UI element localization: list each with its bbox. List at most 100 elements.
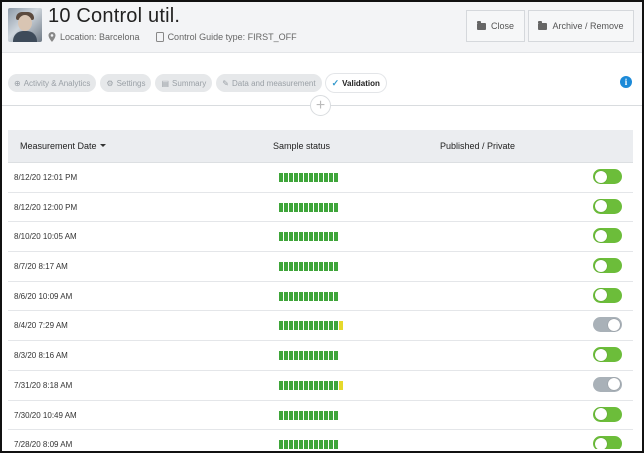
sample-ok (289, 440, 293, 449)
archive-remove-button[interactable]: Archive / Remove (528, 10, 634, 42)
sample-ok (289, 291, 293, 301)
sample-ok (319, 440, 323, 449)
sample-ok (279, 291, 283, 301)
sample-ok (294, 351, 298, 361)
sample-ok (329, 321, 333, 331)
published-toggle[interactable] (593, 258, 622, 274)
sample-status-bar (279, 321, 343, 331)
toggle-knob (595, 408, 607, 420)
measurement-date: 7/31/20 8:18 AM (14, 380, 73, 390)
published-toggle[interactable] (593, 406, 622, 422)
tab-validation[interactable]: ✓ Validation (325, 74, 386, 92)
published-toggle[interactable] (593, 169, 622, 184)
sample-ok (334, 173, 338, 182)
app-frame: 10 Control util. Location: Barcelona Con… (0, 0, 644, 453)
sort-date-header[interactable]: Measurement Date (20, 141, 106, 151)
published-toggle[interactable] (593, 317, 622, 333)
published-toggle[interactable] (593, 436, 622, 449)
activity-icon: ⊕ (14, 78, 21, 88)
published-toggle[interactable] (593, 347, 622, 363)
sample-ok (319, 380, 323, 390)
location-text: Location: Barcelona (60, 32, 140, 42)
gear-icon: ⚙ (106, 78, 114, 88)
sample-ok (319, 321, 323, 331)
table-row[interactable]: 7/30/20 10:49 AM (8, 400, 633, 431)
table-row[interactable]: 8/7/20 8:17 AM (8, 252, 633, 282)
measurement-date: 7/28/20 8:09 AM (14, 440, 73, 449)
sample-ok (319, 173, 323, 182)
tab-label: Data and measurement (231, 78, 316, 88)
table-row[interactable]: 8/10/20 10:05 AM (8, 222, 633, 253)
sample-ok (324, 410, 328, 420)
table-row[interactable]: 7/31/20 8:18 AM (8, 370, 633, 401)
toggle-knob (608, 318, 620, 331)
sample-warning (339, 321, 343, 331)
sample-ok (329, 440, 333, 449)
sample-ok (284, 440, 288, 449)
sample-ok (284, 410, 288, 420)
sample-ok (279, 321, 283, 331)
table-row[interactable]: 8/4/20 7:29 AM (8, 311, 633, 342)
tab-data-measurement[interactable]: ✎ Data and measurement (216, 74, 322, 92)
toggle-knob (595, 259, 607, 272)
sample-warning (339, 380, 343, 390)
table-row[interactable]: 8/12/20 12:01 PM (8, 163, 633, 193)
sample-ok (319, 351, 323, 361)
sample-ok (279, 262, 283, 272)
measurements-table: Measurement Date Sample status Published… (8, 130, 633, 449)
measurement-date: 8/3/20 8:16 AM (14, 351, 68, 361)
tab-activity-analytics[interactable]: ⊕ Activity & Analytics (8, 74, 97, 92)
sample-ok (319, 410, 323, 420)
sample-ok (309, 440, 313, 449)
sort-caret-icon (99, 144, 106, 147)
sample-ok (289, 410, 293, 420)
sample-ok (309, 410, 313, 420)
control-meta: Location: Barcelona Control Guide type: … (48, 32, 297, 42)
sample-ok (309, 202, 313, 212)
sample-ok (294, 262, 298, 272)
sample-status-header: Sample status (273, 141, 331, 151)
sample-ok (329, 380, 333, 390)
sample-ok (289, 321, 293, 331)
sample-ok (334, 440, 338, 449)
sample-ok (284, 202, 288, 212)
measurement-date: 8/4/20 7:29 AM (14, 321, 68, 331)
published-toggle[interactable] (593, 376, 622, 392)
published-toggle[interactable] (593, 287, 622, 303)
toggle-knob (595, 229, 607, 242)
sample-ok (284, 291, 288, 301)
published-toggle[interactable] (593, 228, 622, 244)
sample-ok (309, 321, 313, 331)
sample-ok (319, 291, 323, 301)
sample-ok (314, 380, 318, 390)
tab-settings[interactable]: ⚙ Settings (100, 74, 152, 92)
sample-ok (294, 321, 298, 331)
sample-ok (284, 232, 288, 242)
tab-summary[interactable]: ▤ Summary (155, 74, 213, 92)
sample-ok (279, 380, 283, 390)
sample-status-bar (279, 202, 338, 212)
sample-ok (309, 291, 313, 301)
sample-ok (279, 410, 283, 420)
info-icon[interactable]: i (620, 76, 632, 88)
table-row[interactable]: 8/3/20 8:16 AM (8, 341, 633, 371)
sample-ok (289, 380, 293, 390)
sample-ok (314, 291, 318, 301)
sample-ok (294, 410, 298, 420)
sample-ok (304, 351, 308, 361)
sample-ok (334, 410, 338, 420)
add-button[interactable]: + (310, 95, 331, 116)
toggle-knob (595, 200, 607, 213)
sample-ok (324, 440, 328, 449)
table-row[interactable]: 8/12/20 12:00 PM (8, 192, 633, 223)
sample-ok (294, 173, 298, 182)
published-toggle[interactable] (593, 198, 622, 214)
sample-ok (314, 202, 318, 212)
close-button[interactable]: Close (466, 10, 525, 42)
sample-ok (334, 321, 338, 331)
table-row[interactable]: 7/28/20 8:09 AM (8, 430, 633, 449)
sample-ok (284, 321, 288, 331)
table-row[interactable]: 8/6/20 10:09 AM (8, 281, 633, 312)
sample-ok (329, 262, 333, 272)
toggle-knob (608, 378, 620, 391)
